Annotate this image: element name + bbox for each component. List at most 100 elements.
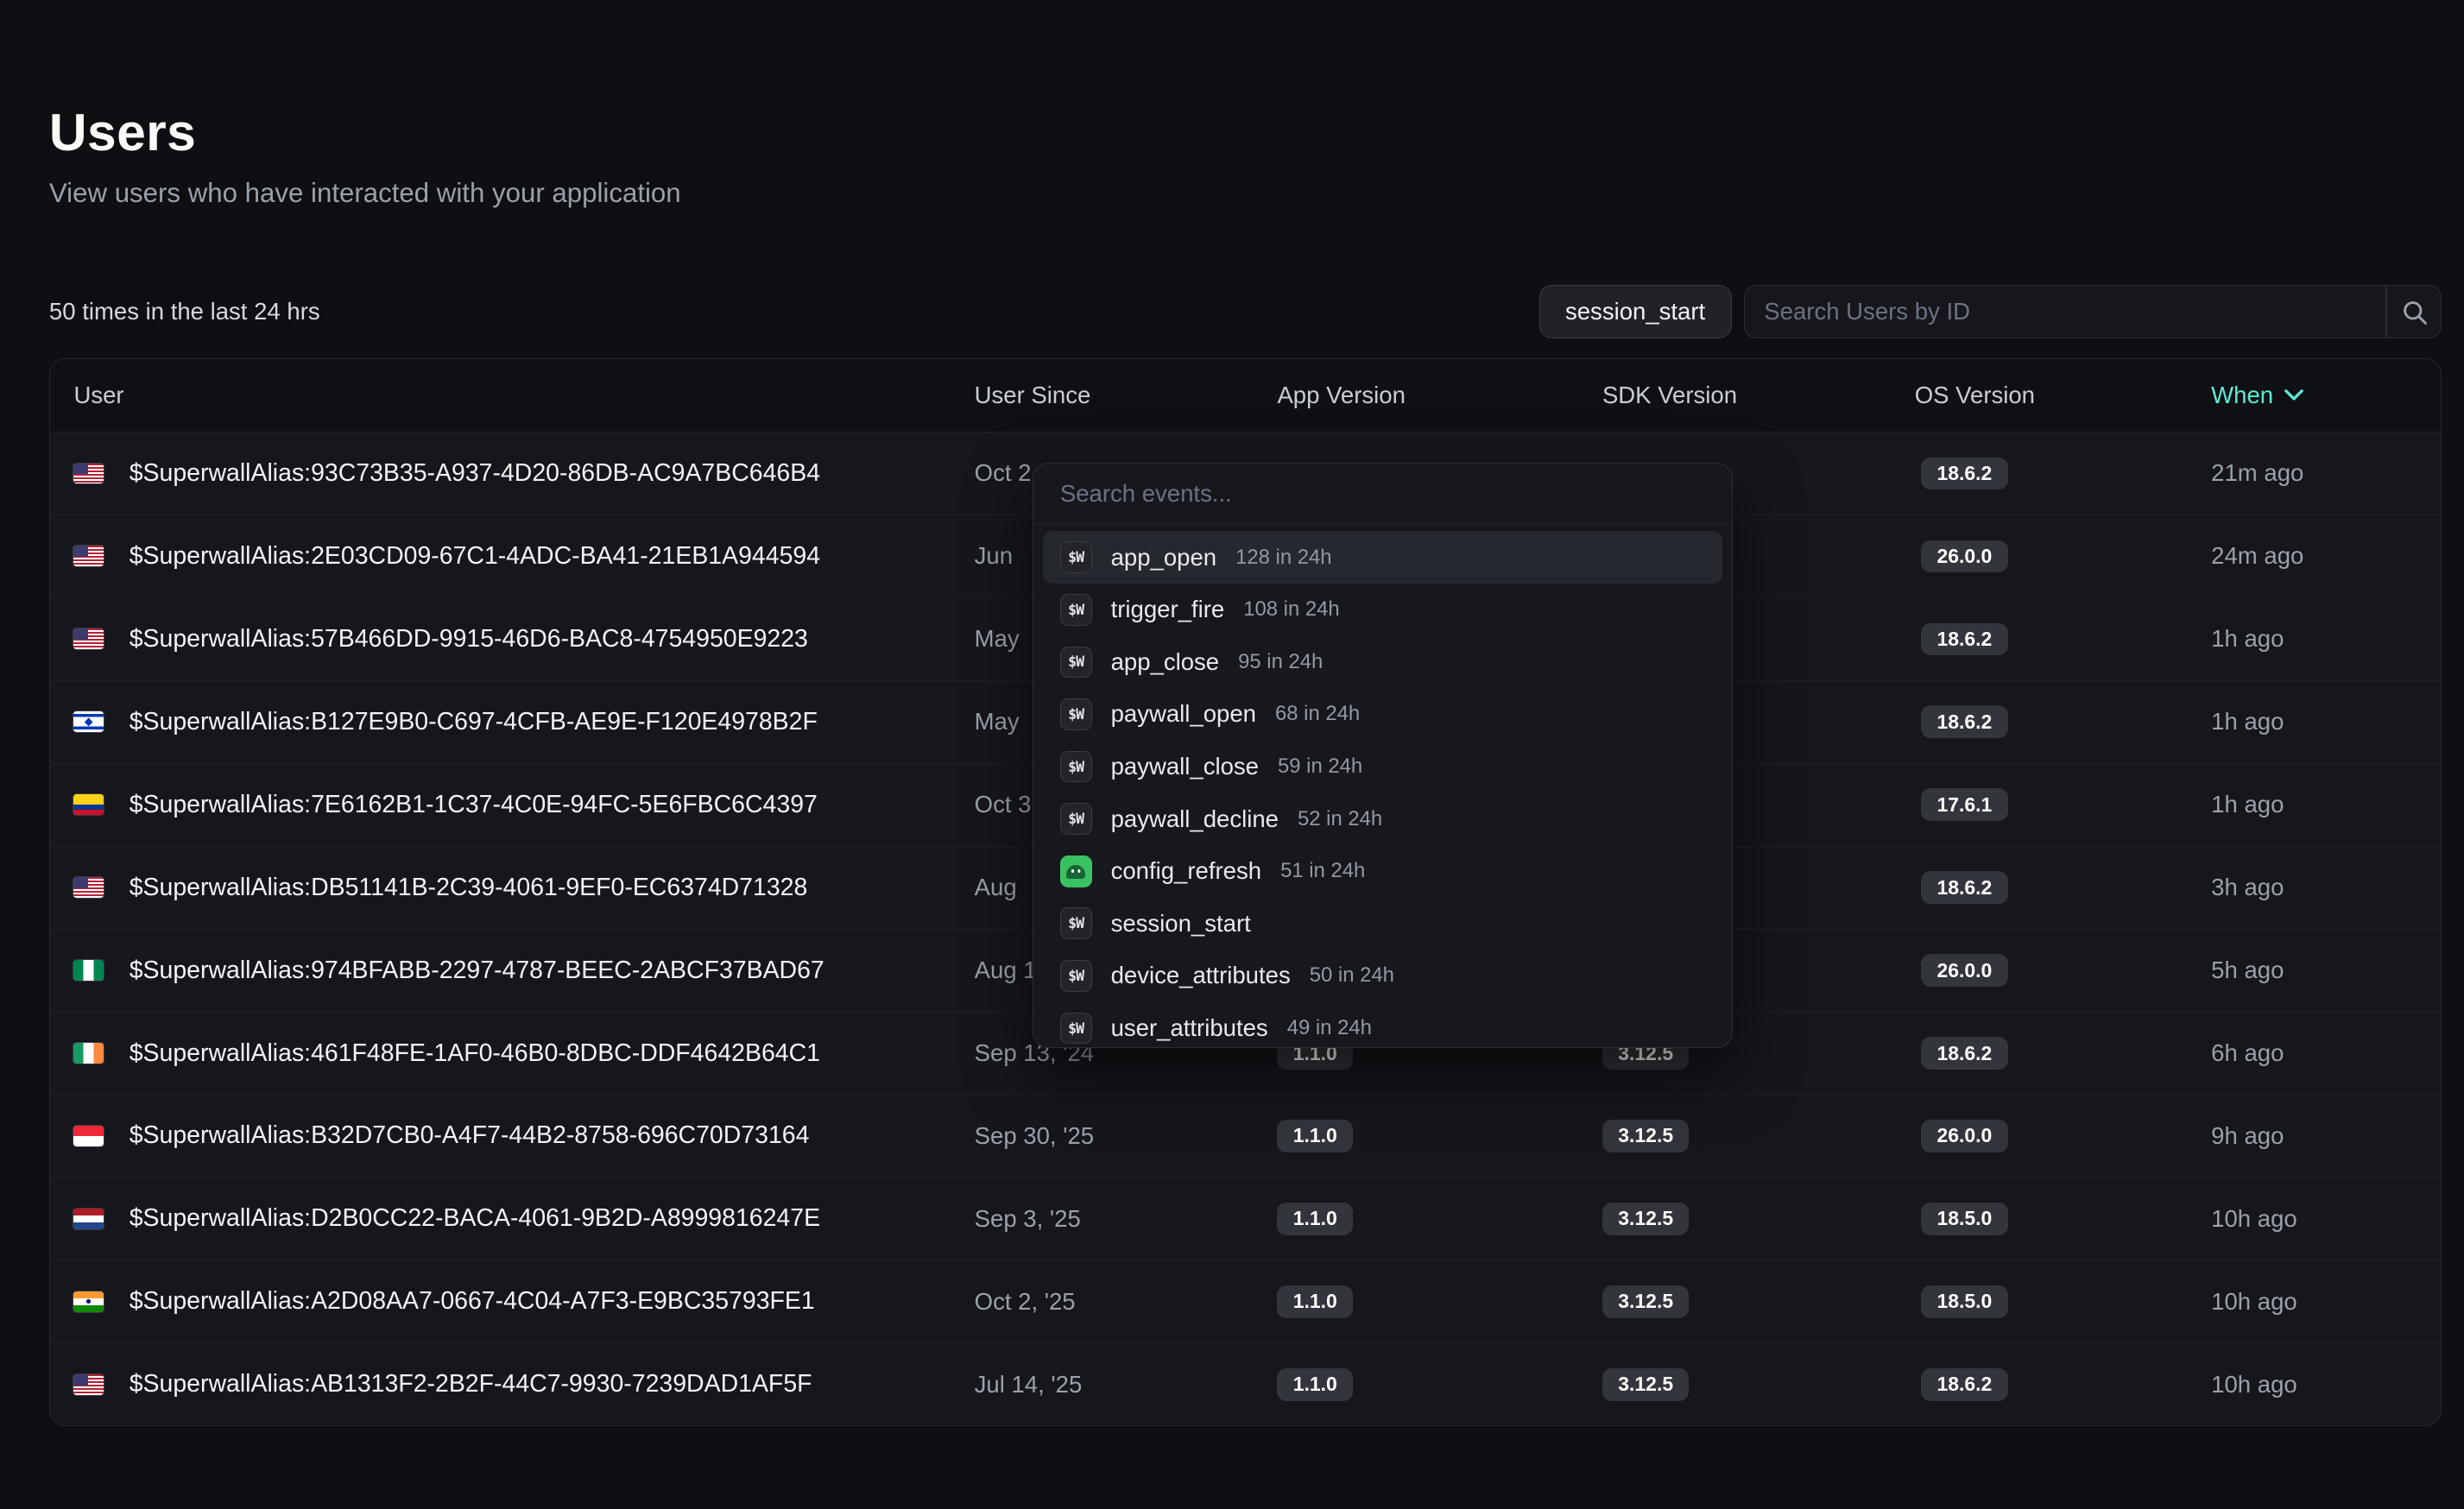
events-dropdown: app_open 128 in 24h trigger_fire 108 in … (1033, 463, 1734, 1048)
sdk-version-badge: 3.12.5 (1602, 1120, 1690, 1152)
event-item[interactable]: device_attributes 50 in 24h (1043, 950, 1723, 1002)
event-name: device_attributes (1111, 962, 1291, 989)
event-name: paywall_close (1111, 753, 1259, 780)
app-version-badge: 1.1.0 (1277, 1368, 1353, 1401)
when-value: 1h ago (2211, 708, 2441, 736)
event-item[interactable]: paywall_open 68 in 24h (1043, 688, 1723, 741)
event-name: user_attributes (1111, 1014, 1268, 1042)
flag-icon-co (73, 794, 104, 815)
table-row[interactable]: $SuperwallAlias:D2B0CC22-BACA-4061-9B2D-… (50, 1177, 2441, 1260)
superwall-icon (1060, 647, 1092, 679)
os-version-badge: 18.6.2 (1921, 1368, 2008, 1401)
user-id: $SuperwallAlias:D2B0CC22-BACA-4061-9B2D-… (130, 1204, 820, 1233)
event-count: 95 in 24h (1238, 650, 1323, 674)
flag-icon-us (73, 546, 104, 566)
toolbar-right: session_start (1539, 285, 2442, 338)
event-item[interactable]: app_open 128 in 24h (1043, 531, 1723, 584)
when-value: 6h ago (2211, 1039, 2441, 1067)
event-filter-button[interactable]: session_start (1539, 285, 1732, 338)
event-name: paywall_open (1111, 700, 1256, 728)
col-header-app-version: App Version (1277, 382, 1602, 409)
event-count: 108 in 24h (1243, 597, 1339, 622)
user-id: $SuperwallAlias:AB1313F2-2B2F-44C7-9930-… (130, 1370, 812, 1399)
event-item[interactable]: session_start (1043, 898, 1723, 950)
event-name: app_close (1111, 648, 1220, 676)
superwall-icon (1060, 541, 1092, 573)
users-page: Users View users who have interacted wit… (0, 102, 2464, 1509)
os-version-badge: 18.5.0 (1921, 1285, 2008, 1318)
toolbar: 50 times in the last 24 hrs session_star… (49, 285, 2442, 338)
superwall-icon (1060, 907, 1092, 939)
when-value: 3h ago (2211, 874, 2441, 901)
user-search-box[interactable] (1744, 285, 2442, 338)
user-since-value: Jul 14, '25 (975, 1371, 1278, 1399)
event-item[interactable]: trigger_fire 108 in 24h (1043, 584, 1723, 636)
table-row[interactable]: $SuperwallAlias:A2D08AA7-0667-4C04-A7F3-… (50, 1260, 2441, 1342)
event-count-stat: 50 times in the last 24 hrs (49, 298, 320, 325)
event-name: paywall_decline (1111, 805, 1279, 833)
when-value: 24m ago (2211, 542, 2441, 570)
android-icon (1060, 856, 1092, 887)
os-version-badge: 18.6.2 (1921, 623, 2008, 656)
os-version-badge: 18.6.2 (1921, 1037, 2008, 1070)
page-title: Users (49, 102, 2442, 162)
when-label: When (2211, 382, 2273, 409)
flag-icon-in (73, 1291, 104, 1312)
event-count: 68 in 24h (1275, 702, 1360, 726)
event-count: 52 in 24h (1298, 807, 1382, 831)
event-count: 59 in 24h (1278, 754, 1362, 779)
events-list: app_open 128 in 24h trigger_fire 108 in … (1033, 525, 1733, 1048)
event-item[interactable]: config_refresh 51 in 24h (1043, 845, 1723, 898)
sdk-version-badge: 3.12.5 (1602, 1203, 1690, 1235)
flag-icon-il (73, 711, 104, 732)
event-count: 128 in 24h (1235, 546, 1331, 570)
user-id: $SuperwallAlias:B32D7CB0-A4F7-44B2-8758-… (130, 1121, 810, 1150)
page-header: Users View users who have interacted wit… (49, 102, 2442, 209)
when-value: 9h ago (2211, 1122, 2441, 1150)
flag-icon-ie (73, 1043, 104, 1064)
event-count: 50 in 24h (1310, 963, 1394, 988)
flag-icon-us (73, 1374, 104, 1395)
superwall-icon (1060, 698, 1092, 730)
search-icon[interactable] (2387, 299, 2441, 325)
events-search[interactable] (1033, 464, 1733, 525)
app-version-badge: 1.1.0 (1277, 1203, 1353, 1235)
event-name: config_refresh (1111, 857, 1261, 885)
user-since-value: Oct 2, '25 (975, 1288, 1278, 1316)
os-version-badge: 26.0.0 (1921, 1120, 2008, 1152)
user-search-input[interactable] (1745, 298, 2385, 325)
os-version-badge: 18.6.2 (1921, 458, 2008, 490)
user-id: $SuperwallAlias:B127E9B0-C697-4CFB-AE9E-… (130, 708, 818, 736)
events-search-input[interactable] (1033, 480, 1733, 508)
table-row[interactable]: $SuperwallAlias:B32D7CB0-A4F7-44B2-8758-… (50, 1094, 2441, 1177)
os-version-badge: 26.0.0 (1921, 954, 2008, 987)
table-row[interactable]: $SuperwallAlias:AB1313F2-2B2F-44C7-9930-… (50, 1342, 2441, 1425)
col-header-user-since: User Since (975, 382, 1278, 409)
event-item[interactable]: app_close 95 in 24h (1043, 636, 1723, 689)
flag-icon-ng (73, 960, 104, 981)
event-item[interactable]: user_attributes 49 in 24h (1043, 1002, 1723, 1048)
event-count: 49 in 24h (1287, 1016, 1372, 1040)
table-header-row: User User Since App Version SDK Version … (50, 359, 2441, 432)
flag-icon-nl (73, 1209, 104, 1229)
when-value: 10h ago (2211, 1205, 2441, 1233)
when-value: 21m ago (2211, 459, 2441, 487)
col-header-user: User (50, 382, 975, 409)
when-value: 5h ago (2211, 957, 2441, 984)
event-name: trigger_fire (1111, 596, 1225, 623)
flag-icon-us (73, 628, 104, 649)
app-version-badge: 1.1.0 (1277, 1120, 1353, 1152)
user-id: $SuperwallAlias:461F48FE-1AF0-46B0-8DBC-… (130, 1039, 820, 1068)
flag-icon-us (73, 464, 104, 484)
user-since-value: Sep 30, '25 (975, 1122, 1278, 1150)
user-id: $SuperwallAlias:57B466DD-9915-46D6-BAC8-… (130, 625, 808, 653)
os-version-badge: 18.6.2 (1921, 871, 2008, 904)
flag-icon-sg (73, 1126, 104, 1146)
superwall-icon (1060, 1013, 1092, 1045)
event-name: app_open (1111, 544, 1217, 571)
col-header-when[interactable]: When (2211, 382, 2441, 409)
event-item[interactable]: paywall_decline 52 in 24h (1043, 792, 1723, 845)
flag-icon-us (73, 877, 104, 898)
user-id: $SuperwallAlias:93C73B35-A937-4D20-86DB-… (130, 459, 820, 488)
event-item[interactable]: paywall_close 59 in 24h (1043, 741, 1723, 793)
